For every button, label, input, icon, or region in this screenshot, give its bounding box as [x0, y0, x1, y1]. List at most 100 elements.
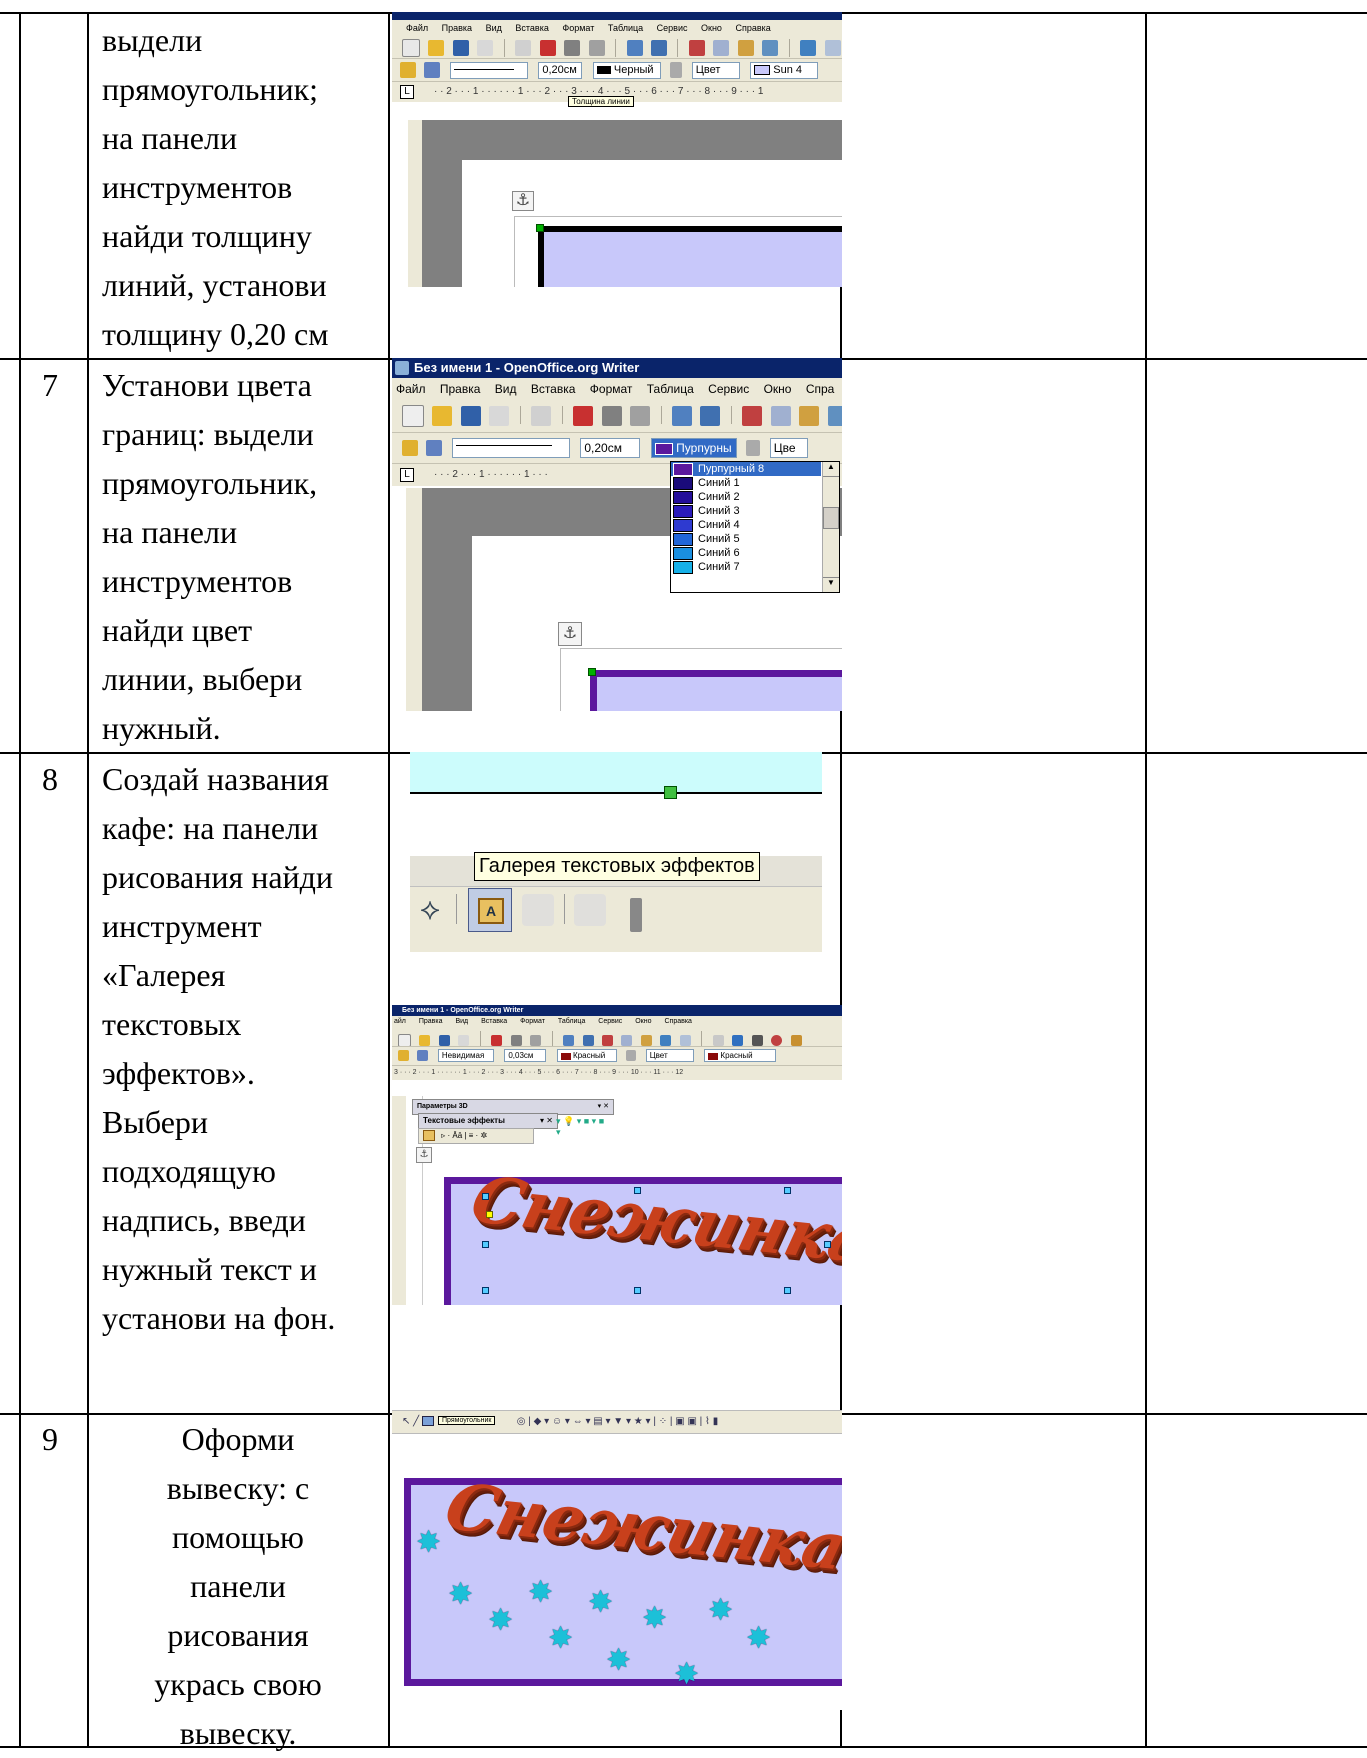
line-style-select[interactable]: [451, 437, 570, 458]
rectangle-shape[interactable]: [590, 670, 842, 711]
panel-close-icon[interactable]: ▾ ✕: [540, 1114, 553, 1128]
line-width-field[interactable]: 0,20см: [580, 437, 641, 458]
star-shape[interactable]: ✸: [588, 1588, 613, 1618]
shapes-icons[interactable]: ◎ | ◆ ▾ ☺ ▾ ⇔ ▾ ▤ ▾ ▼ ▾ ★ ▾ | ⁘ | ▣ ▣ | …: [517, 1416, 718, 1427]
color-option[interactable]: Синий 5: [671, 532, 821, 546]
table-icon[interactable]: [712, 1034, 724, 1046]
copy-icon[interactable]: [770, 406, 791, 426]
rectangle-shape[interactable]: [538, 226, 842, 287]
print-icon[interactable]: [510, 1034, 522, 1046]
open-icon[interactable]: [432, 406, 453, 426]
menu-item[interactable]: Сервис: [598, 1018, 622, 1025]
mail-icon[interactable]: [489, 406, 510, 426]
star-shape[interactable]: ✸: [642, 1604, 667, 1634]
more-controls-icon[interactable]: [630, 898, 642, 932]
menu-item[interactable]: Правка: [419, 1018, 443, 1025]
menu-item[interactable]: Сервис: [708, 382, 749, 396]
dropdown-scrollbar[interactable]: ▲ ▼: [822, 462, 839, 592]
cut-icon[interactable]: [601, 1034, 613, 1046]
paste-icon[interactable]: [640, 1034, 652, 1046]
selection-handle[interactable]: [824, 1241, 831, 1248]
menu-item[interactable]: Окно: [635, 1018, 651, 1025]
open-icon[interactable]: [419, 1034, 431, 1046]
line-color-select[interactable]: Красный: [556, 1049, 617, 1063]
star-shape[interactable]: ✸: [746, 1624, 771, 1654]
star-shape[interactable]: ✸: [548, 1624, 573, 1654]
menu-item[interactable]: Формат: [562, 23, 594, 33]
area-icon[interactable]: [670, 62, 683, 78]
line-icon[interactable]: [402, 439, 418, 456]
line-icon[interactable]: [398, 1050, 409, 1062]
mail-icon[interactable]: [458, 1034, 470, 1046]
preview-icon[interactable]: [530, 1034, 542, 1046]
area-style-select[interactable]: Цвет: [691, 61, 740, 79]
area-icon[interactable]: [626, 1050, 637, 1062]
rectangle-tool-icon[interactable]: [421, 1416, 434, 1427]
menu-item[interactable]: Правка: [440, 382, 481, 396]
autospell-icon[interactable]: [700, 406, 721, 426]
menu-item[interactable]: Вид: [455, 1018, 468, 1025]
new-icon[interactable]: [402, 405, 424, 427]
open-icon[interactable]: [428, 40, 445, 56]
save-icon[interactable]: [438, 1034, 450, 1046]
selection-handle[interactable]: [482, 1193, 489, 1200]
line-tool-icon[interactable]: ╱: [413, 1416, 419, 1427]
cut-icon[interactable]: [688, 40, 705, 56]
selection-handle[interactable]: [634, 1287, 641, 1294]
color-option[interactable]: Синий 6: [671, 546, 821, 560]
edit-icon[interactable]: [515, 40, 532, 56]
panel-close-icon[interactable]: ▾ ✕: [598, 1100, 609, 1114]
menu-item[interactable]: Окно: [764, 382, 792, 396]
fontwork-gallery-icon[interactable]: [423, 1130, 435, 1142]
area-color-select[interactable]: Sun 4: [750, 61, 819, 79]
spellcheck-icon[interactable]: [626, 40, 643, 56]
print-icon[interactable]: [601, 406, 622, 426]
format-paint-icon[interactable]: [827, 406, 842, 426]
scroll-down-icon[interactable]: ▼: [823, 577, 839, 592]
menu-item[interactable]: Справка: [664, 1018, 691, 1025]
draw-functions-icon[interactable]: [732, 1034, 744, 1046]
color-option[interactable]: Синий 2: [671, 490, 821, 504]
menu-item[interactable]: Вставка: [481, 1018, 507, 1025]
menu-item[interactable]: Сервис: [657, 23, 688, 33]
menu-item[interactable]: Окно: [701, 23, 722, 33]
menu-item[interactable]: Таблица: [558, 1018, 585, 1025]
new-icon[interactable]: [398, 1033, 411, 1046]
arrow-style-icon[interactable]: [424, 62, 441, 78]
fontwork-shape-icon[interactable]: ▹ · Āā | ≡ · ✲: [441, 1131, 487, 1140]
scroll-thumb[interactable]: [823, 507, 839, 529]
line-icon[interactable]: [400, 62, 416, 78]
save-icon[interactable]: [452, 40, 469, 56]
color-option[interactable]: Пурпурный 8: [671, 462, 821, 476]
extrusion-icon[interactable]: [574, 894, 606, 926]
undo-icon[interactable]: [800, 40, 817, 56]
menu-item[interactable]: Вид: [486, 23, 502, 33]
line-style-select[interactable]: [449, 61, 528, 79]
area-style-select[interactable]: Цвет: [645, 1049, 694, 1063]
undo-icon[interactable]: [660, 1034, 672, 1046]
redo-icon[interactable]: [824, 40, 841, 56]
paste-icon[interactable]: [799, 406, 820, 426]
adjust-handle[interactable]: [486, 1211, 493, 1218]
scroll-up-icon[interactable]: ▲: [823, 462, 839, 477]
area-icon[interactable]: [746, 439, 761, 456]
star-shape[interactable]: ✸: [674, 1660, 699, 1690]
menu-item[interactable]: Вставка: [515, 23, 548, 33]
new-icon[interactable]: [402, 39, 420, 57]
pdf-icon[interactable]: [573, 406, 594, 426]
arrow-style-icon[interactable]: [426, 439, 443, 456]
line-color-select[interactable]: Черный: [592, 61, 661, 79]
extra-tools[interactable]: ▾ 💡 ▾ ■ ▾ ■ ▾: [556, 1116, 606, 1137]
star-shape[interactable]: ✸: [416, 1528, 441, 1558]
from-file-icon[interactable]: [522, 894, 554, 926]
selection-handle[interactable]: [482, 1241, 489, 1248]
find-icon[interactable]: [751, 1034, 763, 1046]
panel-fontwork[interactable]: Текстовые эффекты ▾ ✕: [418, 1113, 558, 1129]
arrow-style-icon[interactable]: [417, 1050, 429, 1062]
preview-icon[interactable]: [630, 406, 651, 426]
star-shape[interactable]: ✸: [528, 1578, 553, 1608]
selection-handle[interactable]: [634, 1187, 641, 1194]
save-icon[interactable]: [460, 406, 481, 426]
copy-icon[interactable]: [713, 40, 730, 56]
area-style-select[interactable]: Цве: [769, 437, 808, 458]
